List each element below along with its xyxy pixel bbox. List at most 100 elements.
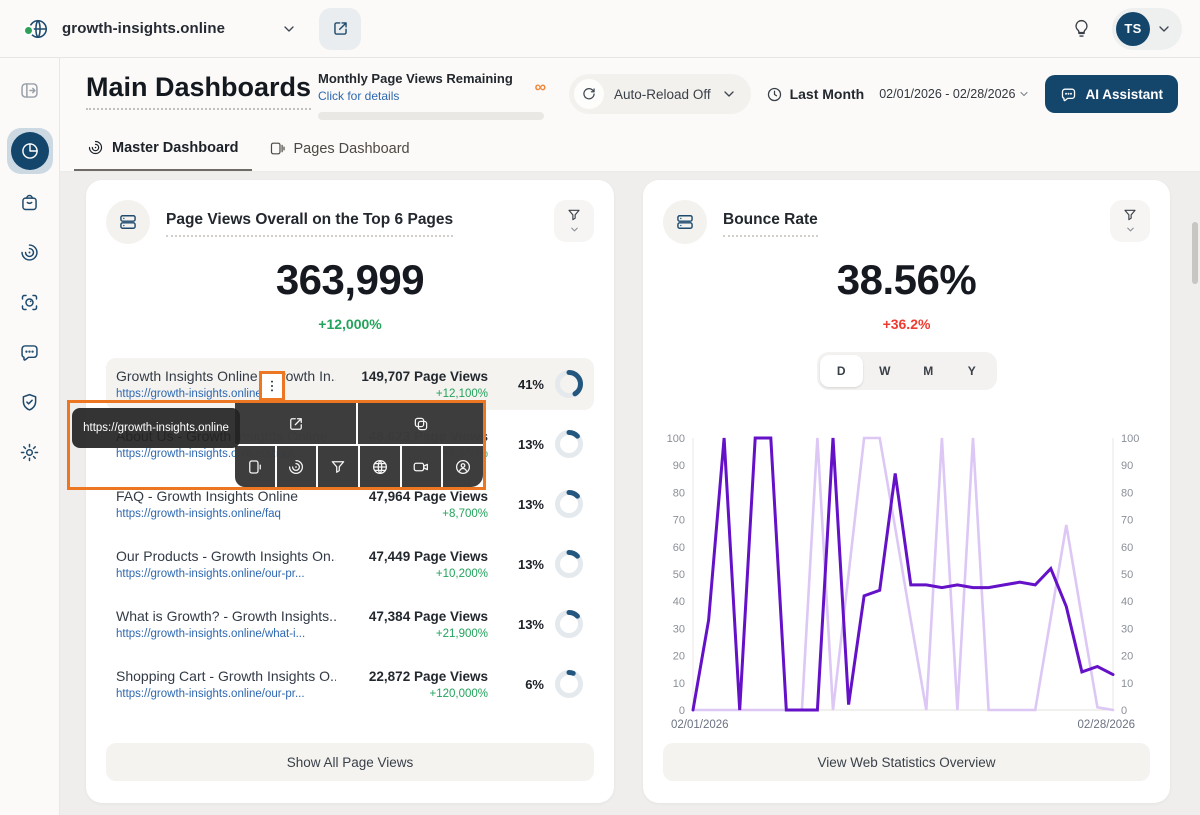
toolbar-action-profile-circle[interactable]: [443, 446, 483, 487]
click-for-details-link[interactable]: Click for details: [318, 89, 546, 103]
tab-master-dashboard[interactable]: Master Dashboard: [74, 139, 252, 171]
show-all-page-views-button[interactable]: Show All Page Views: [106, 743, 594, 781]
date-range-value: 02/01/2026 - 02/28/2026: [879, 87, 1015, 101]
master-dashboard-icon: [87, 139, 104, 156]
toolbar-row-bottom: [235, 446, 483, 487]
svg-text:70: 70: [673, 515, 685, 527]
page-url-link[interactable]: https://growth-insights.online/our-pr...: [116, 688, 336, 700]
share-donut-chart: [554, 669, 584, 699]
page-url-link[interactable]: https://growth-insights.online: [116, 388, 336, 400]
page-views-value: 149,707 Page Views: [336, 369, 488, 384]
page-panel-icon: [246, 458, 264, 476]
view-web-statistics-button[interactable]: View Web Statistics Overview: [663, 743, 1150, 781]
sidebar-item-settings-gear[interactable]: [8, 430, 52, 474]
page-info: Growth Insights Online - Growth In... ht…: [116, 368, 336, 400]
domain-selector-label[interactable]: growth-insights.online: [62, 20, 225, 37]
open-in-new-icon: [287, 415, 305, 433]
svg-text:20: 20: [1121, 651, 1133, 663]
header-controls: Auto-Reload Off Last Month 02/01/2026 - …: [569, 74, 1178, 114]
filter-button[interactable]: [554, 200, 594, 242]
svg-text:90: 90: [673, 460, 685, 472]
svg-text:40: 40: [1121, 596, 1133, 608]
user-menu-chevron-down-icon[interactable]: [1156, 21, 1172, 37]
page-info: FAQ - Growth Insights Online https://gro…: [116, 488, 336, 520]
range-option-D[interactable]: D: [820, 355, 864, 387]
chat-bubble-icon: [19, 342, 40, 363]
auto-reload-label: Auto-Reload Off: [614, 87, 711, 102]
page-info: Shopping Cart - Growth Insights O... htt…: [116, 668, 336, 700]
analytics-app: growth-insights.online TS Main Dashboard…: [0, 0, 1200, 815]
date-range-picker[interactable]: 02/01/2026 - 02/28/2026: [879, 87, 1030, 101]
sidebar-item-store-bag[interactable]: [8, 180, 52, 224]
range-option-W[interactable]: W: [863, 355, 907, 387]
page-title: Main Dashboards: [86, 72, 311, 110]
svg-text:100: 100: [667, 433, 685, 445]
user-menu[interactable]: TS: [1112, 8, 1182, 50]
tab-pages-dashboard[interactable]: Pages Dashboard: [256, 139, 423, 171]
avatar[interactable]: TS: [1116, 12, 1150, 46]
auto-reload-dropdown[interactable]: Auto-Reload Off: [569, 74, 751, 114]
sidebar-item-focus-target[interactable]: [8, 280, 52, 324]
toolbar-action-copy[interactable]: [358, 403, 483, 444]
toolbar-row-top: [235, 403, 483, 444]
globe-icon: [371, 458, 389, 476]
filter-chevron-down-icon: [569, 224, 580, 235]
open-site-button[interactable]: [319, 8, 361, 50]
card-title: Page Views Overall on the Top 6 Pages: [166, 211, 453, 237]
toolbar-action-video-camera[interactable]: [402, 446, 442, 487]
svg-text:02/28/2026: 02/28/2026: [1077, 719, 1135, 728]
page-views-value: 47,449 Page Views: [336, 549, 488, 564]
dashboard-pie-icon: [20, 141, 40, 161]
page-views-value: 47,384 Page Views: [336, 609, 488, 624]
pages-dashboard-icon: [269, 140, 286, 157]
domain-chevron-down-icon[interactable]: [281, 21, 297, 37]
page-url-link[interactable]: https://growth-insights.online/faq: [116, 508, 336, 520]
page-url-link[interactable]: https://growth-insights.online/what-i...: [116, 628, 336, 640]
page-views-stats: 149,707 Page Views +12,100%: [336, 369, 488, 400]
ai-assistant-label: AI Assistant: [1085, 87, 1163, 102]
sidebar-item-collapse-sidebar[interactable]: [8, 68, 52, 112]
topbar: growth-insights.online TS: [0, 0, 1200, 58]
sidebar-item-shield-check[interactable]: [8, 380, 52, 424]
copy-icon: [412, 415, 430, 433]
bounce-rate-chart: 0010102020303040405050606070708080909010…: [643, 426, 1170, 733]
page-url-link[interactable]: https://growth-insights.online/our-pr...: [116, 568, 336, 580]
filter-button[interactable]: [1110, 200, 1150, 242]
tips-lightbulb-icon[interactable]: [1071, 18, 1092, 39]
sidebar-item-chat-bubble[interactable]: [8, 330, 52, 374]
page-views-change: +120,000%: [336, 688, 488, 700]
page-info: Our Products - Growth Insights On... htt…: [116, 548, 336, 580]
page-views-row[interactable]: Shopping Cart - Growth Insights O... htt…: [106, 658, 594, 710]
share-donut-chart: [554, 549, 584, 579]
toolbar-action-filter-funnel[interactable]: [318, 446, 358, 487]
collapse-sidebar-icon: [19, 80, 40, 101]
sidebar-item-visits-spiral[interactable]: [8, 230, 52, 274]
toolbar-action-globe[interactable]: [360, 446, 400, 487]
bounce-rate-card: Bounce Rate 38.56% +36.2% DWMY 001010202…: [643, 180, 1170, 803]
page-views-row[interactable]: Our Products - Growth Insights On... htt…: [106, 538, 594, 590]
period-indicator: Last Month: [766, 86, 865, 103]
page-title-text: Growth Insights Online - Growth In...: [116, 368, 336, 384]
page-share-percent: 13%: [502, 557, 544, 572]
bounce-rate-value: 38.56%: [643, 256, 1170, 304]
page-views-row[interactable]: What is Growth? - Growth Insights... htt…: [106, 598, 594, 650]
visits-spiral-icon: [19, 242, 40, 263]
sidebar-item-dashboard-pie[interactable]: [7, 128, 53, 174]
filter-chevron-down-icon: [1125, 224, 1136, 235]
range-option-Y[interactable]: Y: [950, 355, 994, 387]
vertical-scrollbar[interactable]: [1192, 222, 1198, 284]
range-option-M[interactable]: M: [907, 355, 951, 387]
total-page-views-change: +12,000%: [86, 316, 614, 332]
toolbar-action-open-in-new[interactable]: [235, 403, 356, 444]
page-views-stats: 47,384 Page Views +21,900%: [336, 609, 488, 640]
svg-text:70: 70: [1121, 515, 1133, 527]
toolbar-action-visits-spiral[interactable]: [277, 446, 317, 487]
ai-assistant-button[interactable]: AI Assistant: [1045, 75, 1178, 113]
kebab-menu-icon[interactable]: [264, 378, 280, 394]
toolbar-action-page-panel[interactable]: [235, 446, 275, 487]
share-donut-chart: [554, 609, 584, 639]
page-share-percent: 13%: [502, 617, 544, 632]
kebab-annotation-highlight: [259, 371, 285, 401]
page-title-text: What is Growth? - Growth Insights...: [116, 608, 336, 624]
page-views-change: +8,700%: [336, 508, 488, 520]
